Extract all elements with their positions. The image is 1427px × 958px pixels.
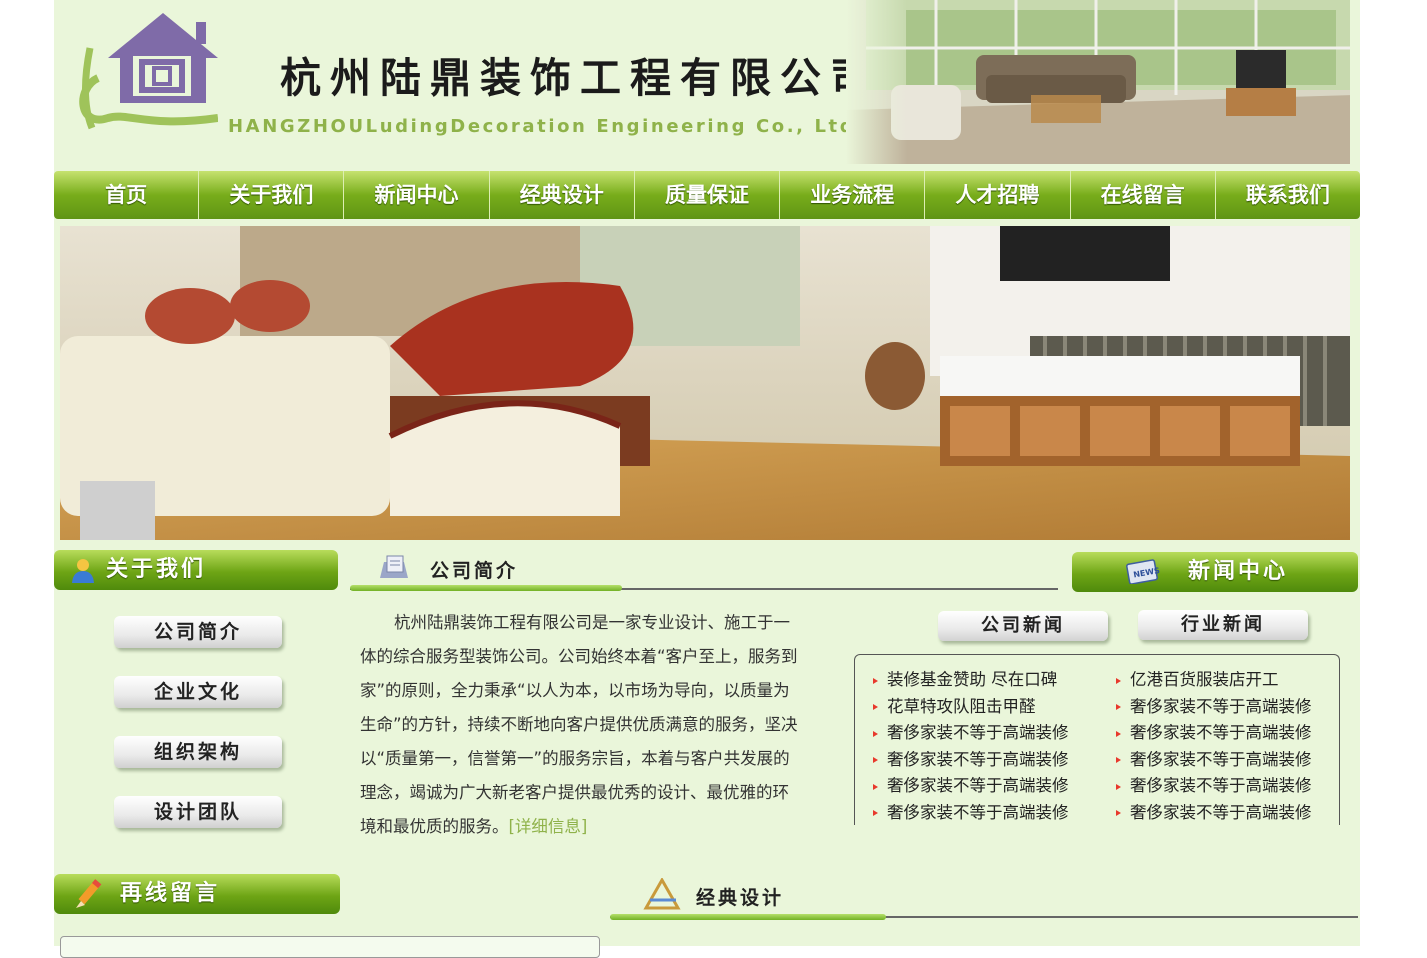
nav-item-quality[interactable]: 质量保证 (635, 171, 781, 219)
about-section-title: 关于我们 (106, 557, 207, 582)
bullet-icon (873, 810, 878, 817)
bullet-icon (1116, 783, 1121, 790)
message-section-header: 再线留言 (54, 874, 340, 914)
message-section-title: 再线留言 (120, 881, 221, 906)
company-name-en: HANGZHOULudingDecoration Engineering Co.… (228, 116, 856, 137)
about-button-intro[interactable]: 公司简介 (114, 616, 282, 648)
page: 杭州陆鼎装饰工程有限公司 HANGZHOULudingDecoration En… (54, 0, 1360, 958)
list-item[interactable]: 奢侈家装不等于高端装修 (873, 773, 1103, 800)
bullet-icon (873, 757, 878, 764)
intro-header-accent (350, 585, 622, 591)
company-logo[interactable] (68, 8, 218, 138)
company-name-cn: 杭州陆鼎装饰工程有限公司 (280, 54, 880, 102)
nav-item-news[interactable]: 新闻中心 (344, 171, 490, 219)
bullet-icon (1116, 704, 1121, 711)
about-button-team[interactable]: 设计团队 (114, 796, 282, 828)
bullet-icon (1116, 757, 1121, 764)
nav-item-designs[interactable]: 经典设计 (490, 171, 635, 219)
about-button-structure[interactable]: 组织架构 (114, 736, 282, 768)
company-news-list: 装修基金赞助 尽在口碑 花草特攻队阻击甲醛 奢侈家装不等于高端装修 奢侈家装不等… (873, 667, 1103, 827)
bullet-icon (1116, 677, 1121, 684)
design-tools-icon (643, 878, 681, 910)
list-item[interactable]: 奢侈家装不等于高端装修 (1116, 773, 1346, 800)
pencil-icon (76, 879, 102, 908)
tab-industry-news[interactable]: 行业新闻 (1138, 610, 1308, 640)
nav-item-process[interactable]: 业务流程 (780, 171, 926, 219)
list-item[interactable]: 奢侈家装不等于高端装修 (1116, 694, 1346, 721)
person-icon (72, 559, 94, 583)
site-header: 杭州陆鼎装饰工程有限公司 HANGZHOULudingDecoration En… (60, 0, 1350, 164)
bullet-icon (1116, 810, 1121, 817)
intro-section-title: 公司简介 (430, 560, 519, 582)
list-item[interactable]: 奢侈家装不等于高端装修 (873, 747, 1103, 774)
design-section-title: 经典设计 (696, 887, 785, 909)
nav-item-message[interactable]: 在线留言 (1071, 171, 1216, 219)
list-item[interactable]: 奢侈家装不等于高端装修 (873, 720, 1103, 747)
list-item[interactable]: 亿港百货服装店开工 (1116, 667, 1346, 694)
banner-living-room-photo (60, 226, 1350, 540)
nav-item-contact[interactable]: 联系我们 (1216, 171, 1360, 219)
header-living-room-photo (846, 0, 1350, 164)
list-item[interactable]: 奢侈家装不等于高端装修 (873, 800, 1103, 827)
industry-news-list: 亿港百货服装店开工 奢侈家装不等于高端装修 奢侈家装不等于高端装修 奢侈家装不等… (1116, 667, 1346, 827)
main-nav: 首页 关于我们 新闻中心 经典设计 质量保证 业务流程 人才招聘 在线留言 联系… (54, 164, 1360, 226)
list-item[interactable]: 装修基金赞助 尽在口碑 (873, 667, 1103, 694)
news-section-title: 新闻中心 (1188, 559, 1289, 584)
bullet-icon (873, 677, 878, 684)
message-panel (60, 936, 600, 958)
list-item[interactable]: 奢侈家装不等于高端装修 (1116, 800, 1346, 827)
document-icon (380, 555, 408, 578)
bullet-icon (873, 704, 878, 711)
about-button-culture[interactable]: 企业文化 (114, 676, 282, 708)
nav-item-home[interactable]: 首页 (54, 171, 200, 219)
bullet-icon (1116, 730, 1121, 737)
nav-item-about[interactable]: 关于我们 (199, 171, 345, 219)
design-header-accent (610, 914, 886, 920)
list-item[interactable]: 花草特攻队阻击甲醛 (873, 694, 1103, 721)
news-list-box: 装修基金赞助 尽在口碑 花草特攻队阻击甲醛 奢侈家装不等于高端装修 奢侈家装不等… (854, 654, 1340, 825)
list-item[interactable]: 奢侈家装不等于高端装修 (1116, 747, 1346, 774)
news-section-header: NEWS 新闻中心 (1072, 552, 1358, 592)
nav-item-careers[interactable]: 人才招聘 (925, 171, 1071, 219)
bullet-icon (873, 730, 878, 737)
tab-company-news[interactable]: 公司新闻 (938, 611, 1108, 641)
about-section-header: 关于我们 (54, 550, 338, 590)
intro-body: 杭州陆鼎装饰工程有限公司是一家专业设计、施工于一体的综合服务型装饰公司。公司始终… (360, 613, 798, 836)
intro-text: 杭州陆鼎装饰工程有限公司是一家专业设计、施工于一体的综合服务型装饰公司。公司始终… (360, 606, 804, 844)
intro-more-link[interactable]: [详细信息] (509, 817, 588, 836)
bullet-icon (873, 783, 878, 790)
list-item[interactable]: 奢侈家装不等于高端装修 (1116, 720, 1346, 747)
news-icon: NEWS (1126, 559, 1160, 584)
